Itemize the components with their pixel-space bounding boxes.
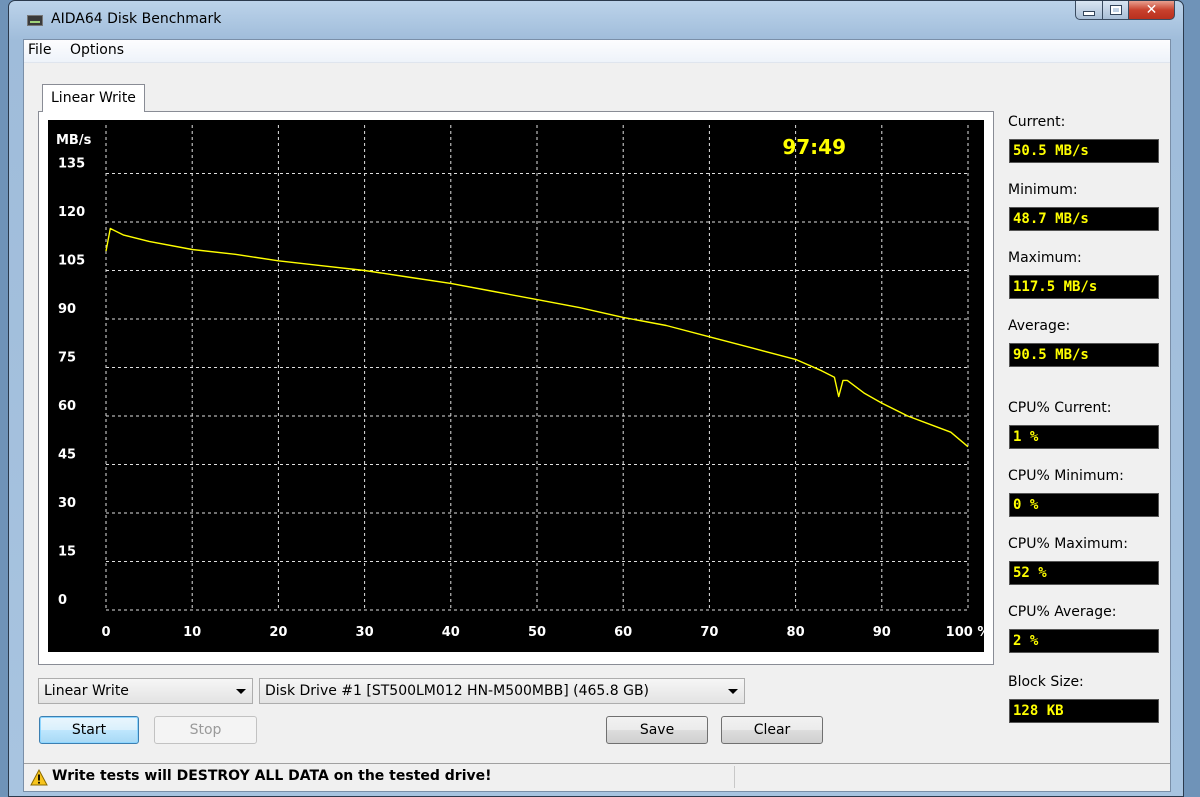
stat-label: Current: (1008, 114, 1066, 130)
y-tick-label: 60 (58, 399, 76, 414)
y-tick-label: 15 (58, 545, 76, 560)
stat-value: 50.5 MB/s (1009, 139, 1159, 163)
stat-value: 128 KB (1009, 699, 1159, 723)
y-tick-label: 135 (58, 157, 85, 172)
stat-label: Minimum: (1008, 182, 1078, 198)
chevron-down-icon (236, 689, 246, 694)
stat-label: Average: (1008, 318, 1071, 334)
menu-bar: File Options (24, 40, 1170, 63)
save-button[interactable]: Save (606, 716, 708, 744)
client-area: File Options Linear Write 0 15 30 45 60 75 90 1… (23, 39, 1171, 792)
disk-app-icon (27, 15, 43, 26)
stat-value: 0 % (1009, 493, 1159, 517)
minimize-icon (1083, 10, 1095, 16)
stat-value: 52 % (1009, 561, 1159, 585)
x-tick-label: 10 (183, 625, 201, 640)
y-axis-label: MB/s (56, 133, 92, 148)
x-tick-label: 40 (442, 625, 460, 640)
warning-icon (30, 769, 48, 786)
chevron-down-icon (728, 689, 738, 694)
y-tick-label: 30 (58, 496, 76, 511)
stat-label: Maximum: (1008, 250, 1082, 266)
stat-value: 2 % (1009, 629, 1159, 653)
tab-linear-write[interactable]: Linear Write (42, 84, 145, 112)
menu-options[interactable]: Options (70, 42, 124, 58)
menu-file[interactable]: File (28, 42, 51, 58)
status-separator (734, 766, 735, 788)
stat-label: CPU% Maximum: (1008, 536, 1128, 552)
benchmark-chart: 0 15 30 45 60 75 90 105 120 135 0 10 20 30 40 50 60 70 80 9… (48, 120, 984, 652)
stat-label: CPU% Current: (1008, 400, 1112, 416)
y-tick-label: 45 (58, 448, 76, 463)
x-tick-label: 90 (873, 625, 891, 640)
maximize-icon (1110, 6, 1121, 14)
stat-value: 1 % (1009, 425, 1159, 449)
test-type-select[interactable]: Linear Write (38, 678, 253, 704)
y-tick-label: 90 (58, 302, 76, 317)
x-tick-label: 80 (787, 625, 805, 640)
test-type-value: Linear Write (44, 683, 129, 699)
drive-select-value: Disk Drive #1 [ST500LM012 HN-M500MBB] (4… (265, 683, 650, 699)
minimize-button[interactable] (1075, 1, 1103, 20)
clear-button[interactable]: Clear (721, 716, 823, 744)
y-tick-label: 0 (58, 593, 67, 608)
maximize-button[interactable] (1103, 1, 1129, 20)
app-window: AIDA64 Disk Benchmark ✕ File Options Lin… (8, 0, 1184, 797)
x-tick-label: 100 % (946, 625, 984, 640)
y-tick-label: 105 (58, 254, 85, 269)
stat-value: 48.7 MB/s (1009, 207, 1159, 231)
status-bar: Write tests will DESTROY ALL DATA on the… (24, 763, 1170, 791)
stat-label: CPU% Minimum: (1008, 468, 1124, 484)
stat-label: CPU% Average: (1008, 604, 1117, 620)
elapsed-timer: 97:49 (782, 135, 846, 159)
close-button[interactable]: ✕ (1129, 1, 1175, 20)
x-tick-label: 60 (614, 625, 632, 640)
start-button[interactable]: Start (39, 716, 139, 744)
stop-button[interactable]: Stop (154, 716, 257, 744)
x-tick-label: 70 (700, 625, 718, 640)
chart-background (48, 120, 984, 652)
stat-value: 117.5 MB/s (1009, 275, 1159, 299)
title-bar[interactable]: AIDA64 Disk Benchmark ✕ (9, 1, 1183, 39)
x-tick-label: 30 (356, 625, 374, 640)
close-icon: ✕ (1145, 2, 1158, 18)
y-tick-label: 75 (58, 351, 76, 366)
window-title: AIDA64 Disk Benchmark (51, 11, 222, 27)
x-tick-label: 0 (101, 625, 110, 640)
status-message: Write tests will DESTROY ALL DATA on the… (52, 768, 492, 784)
y-tick-label: 120 (58, 205, 85, 220)
drive-select[interactable]: Disk Drive #1 [ST500LM012 HN-M500MBB] (4… (259, 678, 745, 704)
x-tick-label: 20 (269, 625, 287, 640)
stat-label: Block Size: (1008, 674, 1084, 690)
window-controls: ✕ (1075, 1, 1175, 21)
stat-value: 90.5 MB/s (1009, 343, 1159, 367)
x-tick-label: 50 (528, 625, 546, 640)
